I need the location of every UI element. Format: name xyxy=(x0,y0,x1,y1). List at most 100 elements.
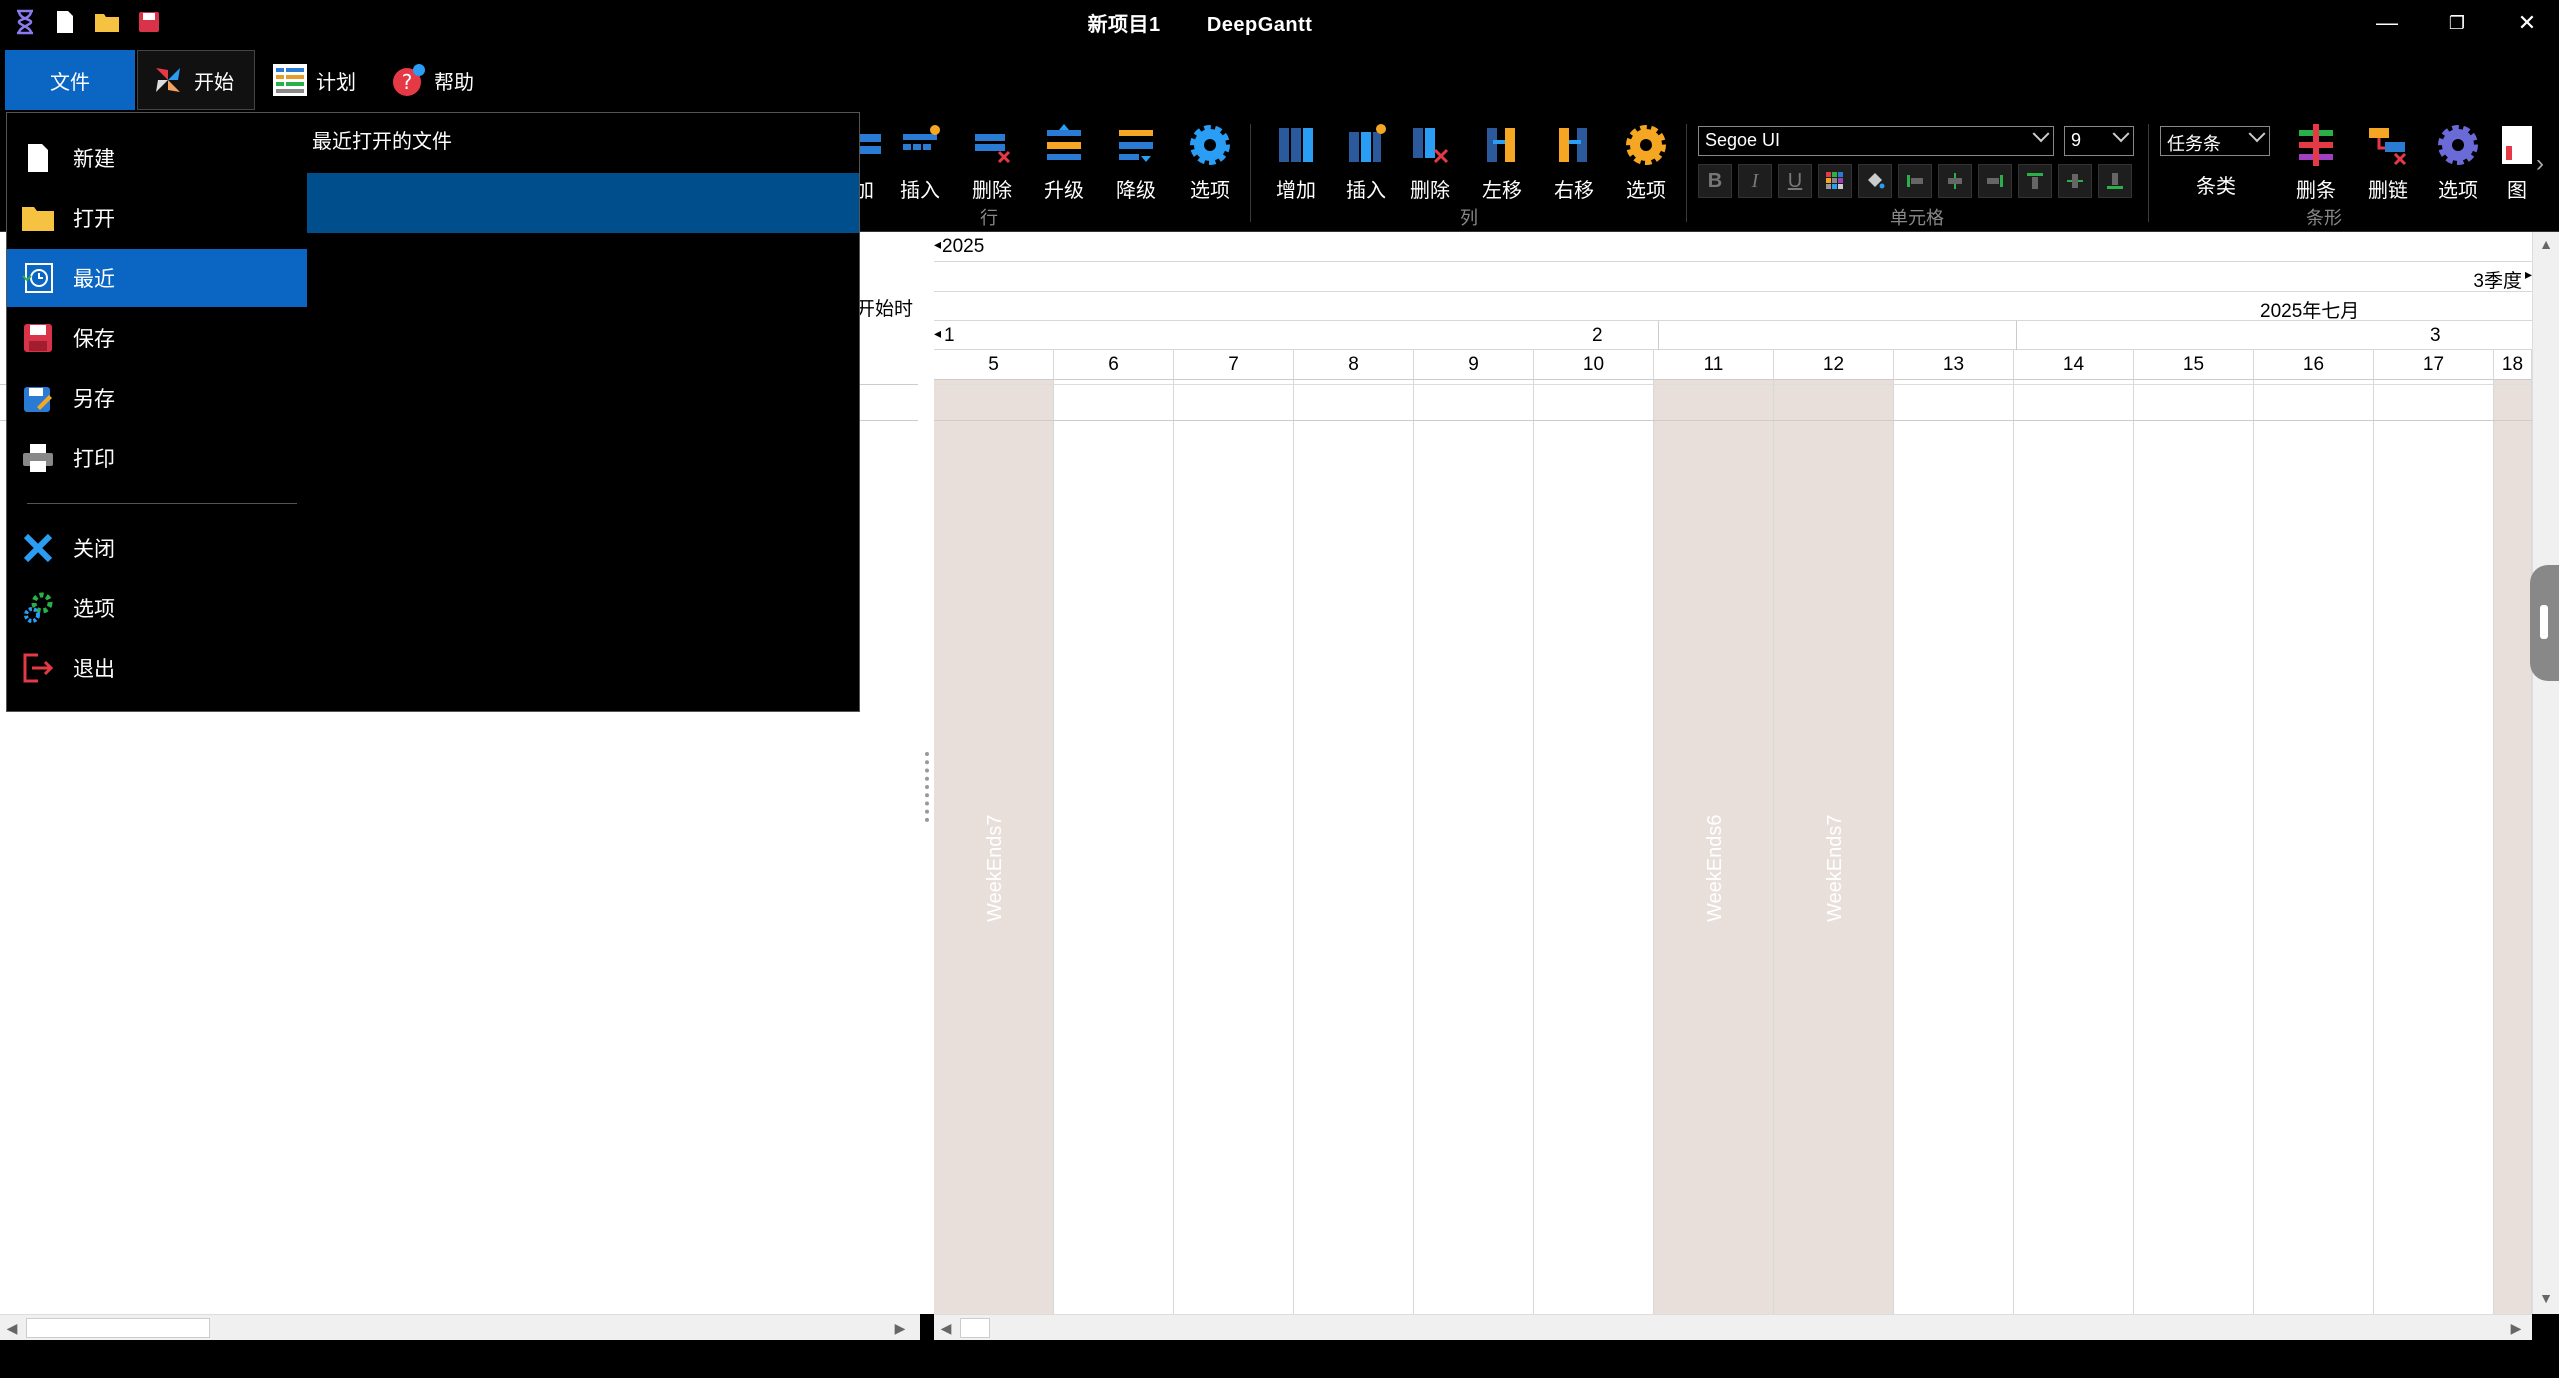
font-size-value: 9 xyxy=(2071,130,2082,150)
col-insert-button[interactable]: 插入 xyxy=(1334,122,1398,206)
col-options-label: 选项 xyxy=(1626,180,1666,202)
row-delete-label: 删除 xyxy=(972,180,1012,202)
align-center-button[interactable] xyxy=(1938,164,1972,198)
row-options-label: 选项 xyxy=(1190,180,1230,202)
file-menu-save-label: 保存 xyxy=(73,328,115,351)
menu-bar: 文件 开始 计划 ? 帮助 xyxy=(0,46,2559,112)
file-menu-open[interactable]: 打开 xyxy=(7,189,307,247)
scroll-right-icon[interactable]: ▶ xyxy=(2506,1318,2526,1338)
day-column[interactable] xyxy=(2254,350,2374,1314)
col-move-left-button[interactable]: 左移 xyxy=(1470,122,1534,206)
vertical-scrollbar[interactable]: ▲ ▼ xyxy=(2532,232,2559,1314)
day-column[interactable] xyxy=(1174,350,1294,1314)
tab-plan[interactable]: 计划 xyxy=(268,50,378,110)
file-menu-recent[interactable]: 最近 xyxy=(7,249,307,307)
day-column[interactable] xyxy=(2134,350,2254,1314)
row-options-button[interactable]: 选项 xyxy=(1178,122,1242,206)
recent-file-item[interactable] xyxy=(307,173,859,233)
underline-button[interactable]: U xyxy=(1778,164,1812,198)
row-insert-button[interactable]: 插入 xyxy=(888,122,952,206)
day-header: 5 xyxy=(934,350,1054,380)
scrollbar-thumb[interactable] xyxy=(960,1318,990,1338)
day-header: 13 xyxy=(1894,350,2014,380)
minimize-button[interactable]: — xyxy=(2352,0,2422,46)
gantt-chart[interactable]: ◂ 2025 3季度 ▸ 2025年七月 ◂ 1 2 3 5 6 7 8 9 1… xyxy=(934,232,2532,1314)
row-demote-button[interactable]: 降级 xyxy=(1104,122,1168,206)
delete-link-button[interactable]: 删链 xyxy=(2356,122,2420,206)
col-move-right-icon xyxy=(1559,128,1587,162)
day-column[interactable] xyxy=(1414,350,1534,1314)
col-move-right-label: 右移 xyxy=(1554,180,1594,202)
row-insert-label: 插入 xyxy=(900,180,940,202)
scroll-left-icon[interactable]: ◀ xyxy=(936,1318,956,1338)
file-menu-save[interactable]: 保存 xyxy=(7,309,307,367)
delete-link-icon xyxy=(2369,128,2407,166)
chart-horizontal-scrollbar[interactable]: ◀ ▶ xyxy=(934,1314,2532,1340)
grid-color-button[interactable] xyxy=(1818,164,1852,198)
chart-button[interactable]: 图 xyxy=(2500,122,2534,206)
bar-options-button[interactable]: 选项 xyxy=(2426,122,2490,206)
col-move-right-button[interactable]: 右移 xyxy=(1542,122,1606,206)
scroll-left-icon[interactable]: ◀ xyxy=(2,1318,22,1338)
day-column[interactable] xyxy=(1294,350,1414,1314)
tab-help[interactable]: ? 帮助 xyxy=(386,50,496,110)
scroll-right-icon[interactable]: ▶ xyxy=(890,1318,910,1338)
file-menu-options[interactable]: 选项 xyxy=(7,579,307,637)
col-delete-button[interactable]: 删除 xyxy=(1398,122,1462,206)
file-menu-new[interactable]: 新建 xyxy=(7,129,307,187)
day-header: 12 xyxy=(1774,350,1894,380)
tab-start[interactable]: 开始 xyxy=(137,50,255,110)
scroll-down-icon[interactable]: ▼ xyxy=(2536,1288,2556,1308)
font-family-select[interactable]: Segoe UI xyxy=(1698,125,2054,156)
day-header: 16 xyxy=(2254,350,2374,380)
bold-button[interactable]: B xyxy=(1698,164,1732,198)
file-menu-print-label: 打印 xyxy=(73,448,115,471)
day-column[interactable] xyxy=(2494,350,2532,1314)
close-button[interactable]: ✕ xyxy=(2492,0,2559,46)
tab-help-label: 帮助 xyxy=(434,71,474,94)
row-promote-button[interactable]: 升级 xyxy=(1032,122,1096,206)
grid-horizontal-scrollbar[interactable]: ◀ ▶ xyxy=(0,1314,920,1340)
align-middle-button[interactable] xyxy=(2058,164,2092,198)
file-menu-close-label: 关闭 xyxy=(73,538,115,561)
fill-color-button[interactable] xyxy=(1858,164,1892,198)
delete-bar-button[interactable]: 删条 xyxy=(2284,122,2348,206)
day-column[interactable] xyxy=(2374,350,2494,1314)
scrollbar-thumb[interactable] xyxy=(26,1318,210,1338)
day-column[interactable] xyxy=(1894,350,2014,1314)
color-grid-icon xyxy=(1826,172,1843,189)
file-menu-new-label: 新建 xyxy=(73,148,115,171)
scroll-left-icon[interactable]: ◂ xyxy=(934,236,941,253)
row-delete-button[interactable]: 删除 xyxy=(960,122,1024,206)
col-add-button[interactable]: 增加 xyxy=(1264,122,1328,206)
col-options-button[interactable]: 选项 xyxy=(1614,122,1678,206)
file-menu-recent-label: 最近 xyxy=(73,268,115,291)
day-header: 18 xyxy=(2494,350,2532,380)
restore-button[interactable]: ❐ xyxy=(2422,0,2492,46)
file-menu-close[interactable]: 关闭 xyxy=(7,519,307,577)
start-time-column-header[interactable]: 开始时 xyxy=(856,294,913,321)
align-left-button[interactable] xyxy=(1898,164,1932,198)
row-promote-label: 升级 xyxy=(1044,180,1084,202)
scroll-right-icon[interactable]: ▸ xyxy=(2525,266,2532,283)
align-right-button[interactable] xyxy=(1978,164,2012,198)
day-column[interactable] xyxy=(2014,350,2134,1314)
weekend-label: WeekEnds6 xyxy=(1704,814,1726,922)
file-menu-exit[interactable]: 退出 xyxy=(7,639,307,697)
italic-button[interactable]: I xyxy=(1738,164,1772,198)
scroll-up-icon[interactable]: ▲ xyxy=(2536,234,2556,254)
pane-splitter[interactable] xyxy=(920,232,934,1314)
bar-type-select[interactable]: 任务条 xyxy=(2160,125,2270,156)
align-bottom-button[interactable] xyxy=(2098,164,2132,198)
day-column[interactable] xyxy=(1534,350,1654,1314)
side-panel-grip[interactable] xyxy=(2530,565,2559,681)
file-menu-print[interactable]: 打印 xyxy=(7,429,307,487)
day-column[interactable] xyxy=(1054,350,1174,1314)
plan-list-icon xyxy=(272,62,308,98)
tab-file[interactable]: 文件 xyxy=(5,50,135,110)
align-top-button[interactable] xyxy=(2018,164,2052,198)
font-size-select[interactable]: 9 xyxy=(2064,125,2134,156)
file-menu-save-as[interactable]: 另存 xyxy=(7,369,307,427)
scroll-left-icon[interactable]: ◂ xyxy=(934,325,941,342)
ribbon-scroll-right-icon[interactable]: › xyxy=(2536,150,2544,178)
